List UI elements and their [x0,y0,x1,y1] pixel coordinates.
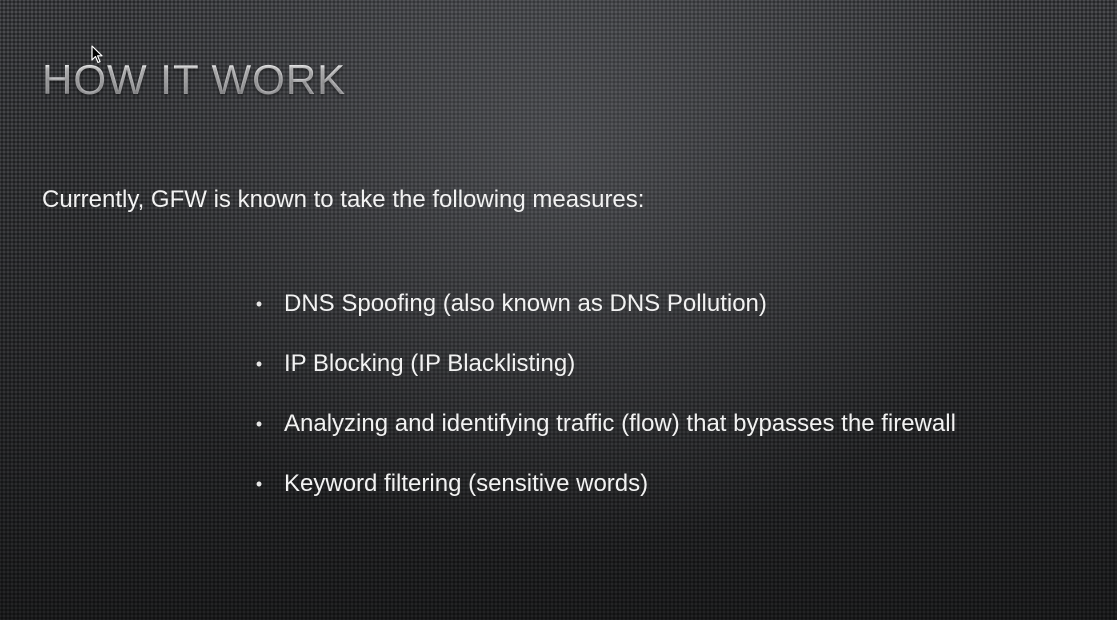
slide-title: HOW IT WORK [42,56,347,103]
list-item-text: Keyword filtering (sensitive words) [284,470,649,497]
list-item-text: IP Blocking (IP Blacklisting) [284,350,576,377]
list-item: • DNS Spoofing (also known as DNS Pollut… [252,289,972,319]
list-item-text: Analyzing and identifying traffic (flow)… [284,410,956,437]
presentation-slide: HOW IT WORK Currently, GFW is known to t… [0,0,1117,620]
bullet-list: • DNS Spoofing (also known as DNS Pollut… [252,289,972,529]
bullet-icon: • [255,354,263,374]
list-item: • Keyword filtering (sensitive words) [252,469,972,499]
mouse-pointer-icon [91,45,103,64]
intro-text: Currently, GFW is known to take the foll… [42,186,645,213]
bullet-icon: • [255,294,263,314]
list-item: • Analyzing and identifying traffic (flo… [252,409,972,439]
bullet-icon: • [255,414,263,434]
bullet-icon: • [255,474,263,494]
list-item-text: DNS Spoofing (also known as DNS Pollutio… [284,290,767,317]
list-item: • IP Blocking (IP Blacklisting) [252,349,972,379]
